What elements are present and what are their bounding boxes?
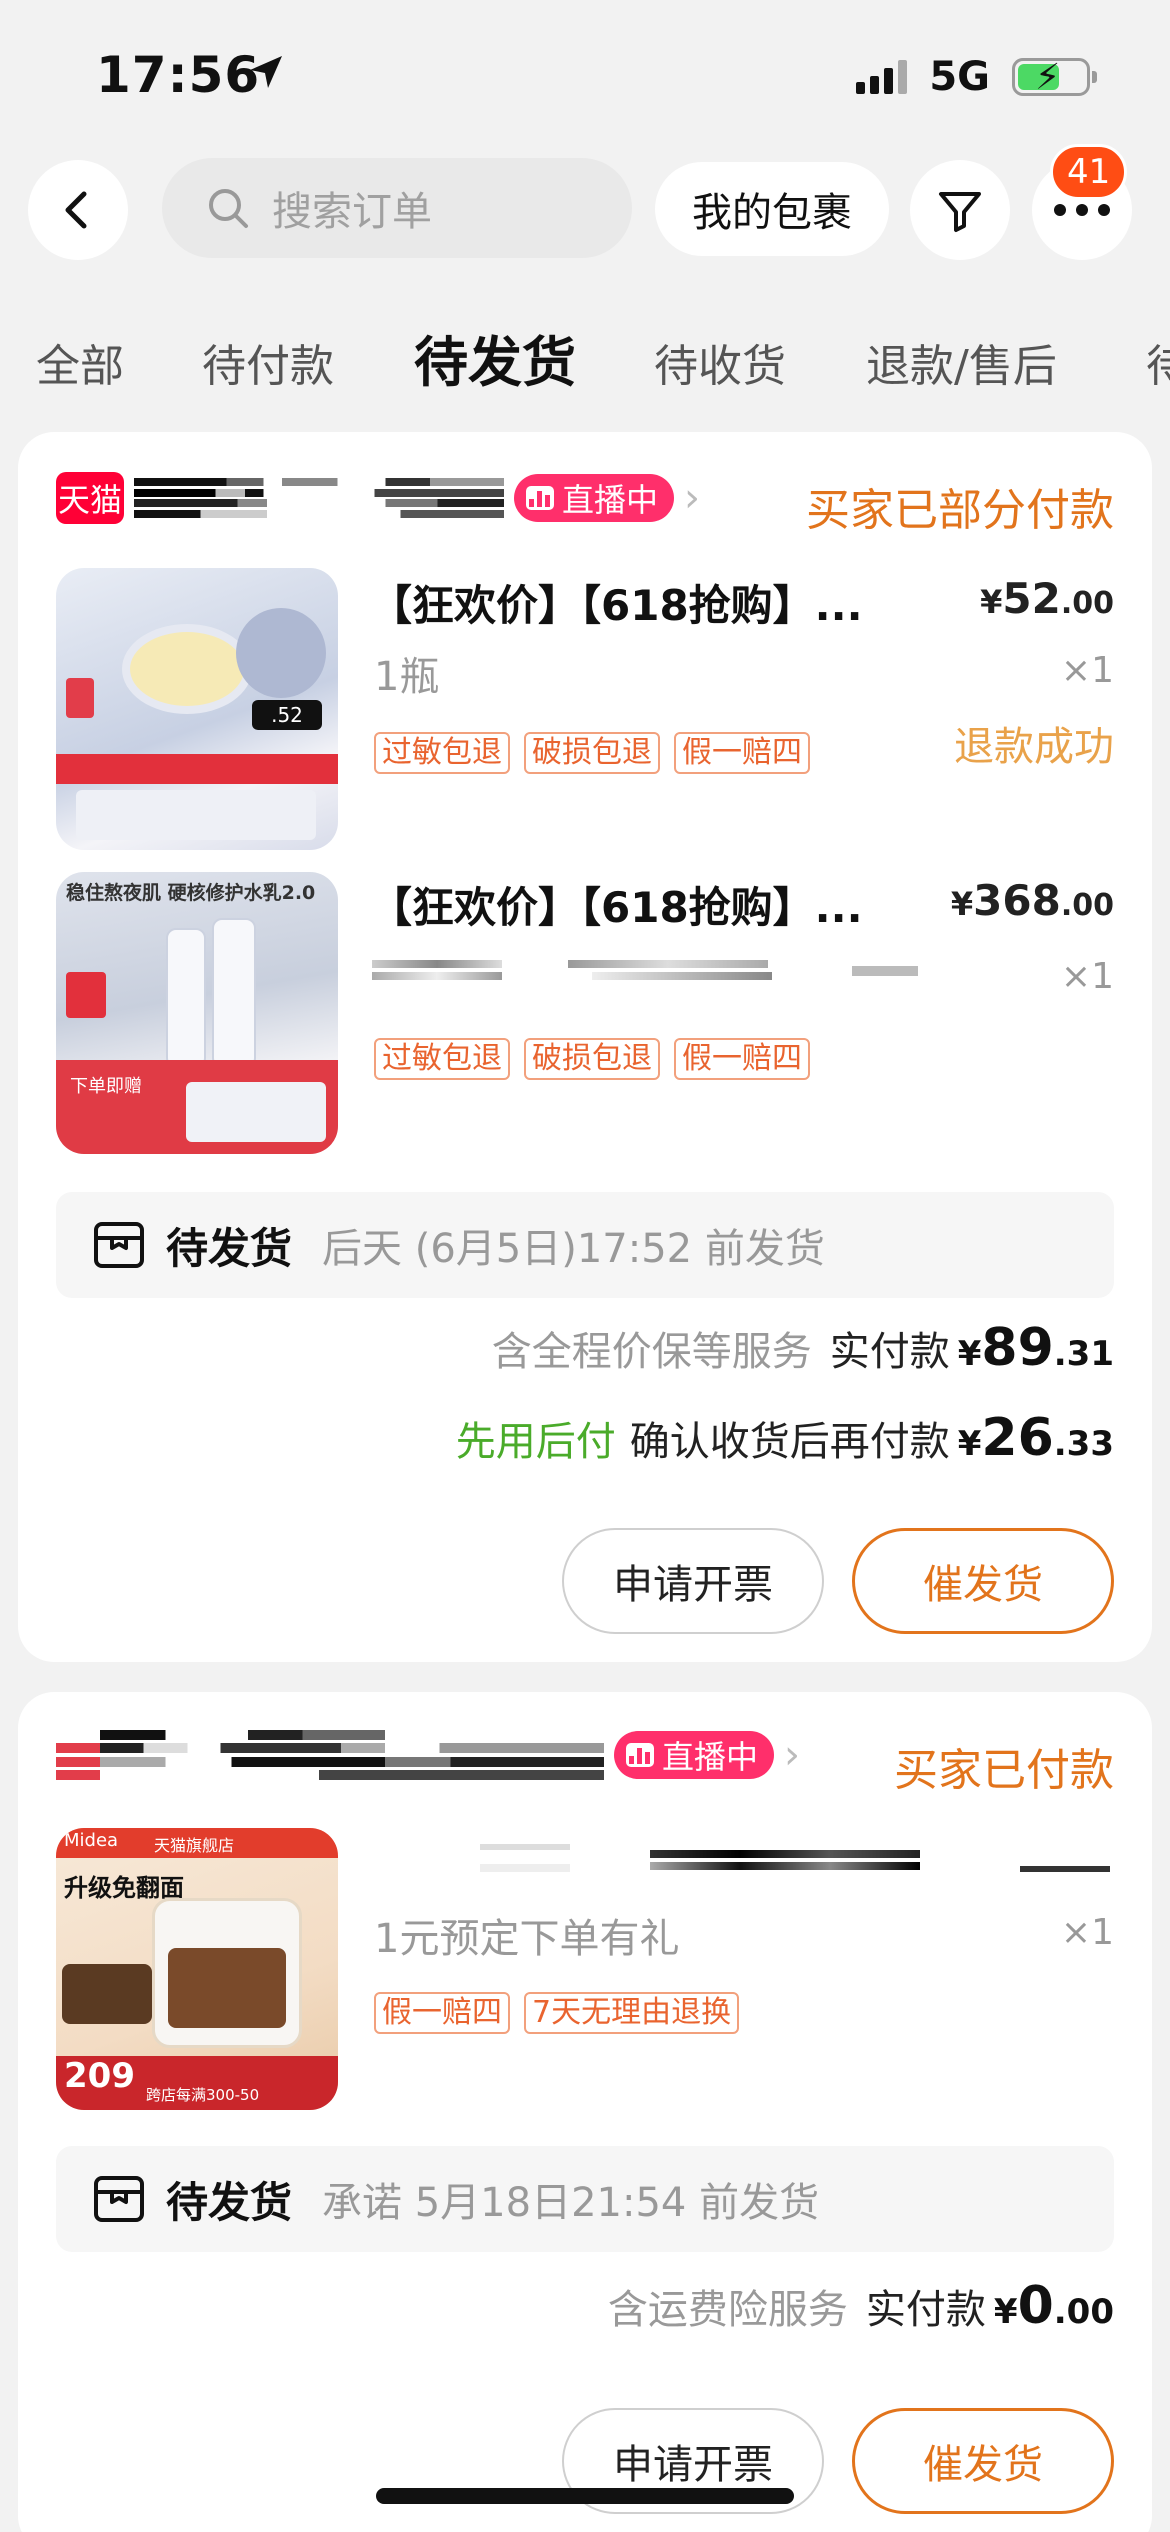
tab-refund-aftersale[interactable]: 退款/售后 [866, 330, 1057, 394]
search-placeholder: 搜索订单 [272, 189, 432, 235]
tab-pending-shipment[interactable]: 待发货 [414, 318, 576, 397]
product-spec: 1元预定下单有礼 [374, 1916, 680, 1962]
tag: 过敏包退 [374, 732, 510, 774]
request-invoice-button[interactable]: 申请开票 [562, 1528, 824, 1634]
search-input[interactable]: 搜索订单 [162, 158, 632, 258]
product-price: ¥368.00 [950, 876, 1114, 925]
service-tags: 过敏包退 破损包退 假一赔四 [374, 732, 810, 774]
product-qty: ×1 [1060, 650, 1114, 691]
notification-badge: 41 [1050, 144, 1128, 200]
product-title[interactable]: 【狂欢价】【618抢购】... [370, 572, 863, 633]
shipping-label: 待发货 [166, 1223, 293, 1273]
package-box-icon [94, 2176, 144, 2222]
tag: 破损包退 [524, 732, 660, 774]
bnpl-label: 先用后付 [455, 1419, 616, 1465]
more-dots-icon [1054, 204, 1110, 216]
product-qty: ×1 [1060, 956, 1114, 997]
tag: 过敏包退 [374, 1038, 510, 1080]
paid-amount: ¥0.00 [993, 2276, 1114, 2336]
product-thumbnail[interactable]: 稳住熬夜肌 硬核修护水乳2.0 下单即赠 [56, 872, 338, 1154]
bnpl-summary: 先用后付 确认收货后再付款 ¥26.33 [456, 1408, 1114, 1468]
tag: 假一赔四 [374, 1992, 510, 2034]
battery-icon: ⚡ [1012, 57, 1097, 98]
payment-summary: 含运费险服务 实付款 ¥0.00 [608, 2276, 1114, 2336]
shipping-info[interactable]: 待发货 后天 (6月5日)17:52 前发货 [56, 1192, 1114, 1298]
product-thumbnail[interactable]: Midea 天猫旗舰店 升级免翻面 209 跨店每满300-50 [56, 1828, 338, 2110]
refund-status[interactable]: 退款成功 [954, 714, 1114, 772]
filter-icon [939, 192, 981, 232]
home-indicator[interactable] [376, 2488, 794, 2504]
my-packages-button[interactable]: 我的包裹 [655, 162, 889, 256]
filter-button[interactable] [910, 160, 1010, 260]
product-title-redacted[interactable] [370, 1844, 1130, 1884]
chevron-left-icon [65, 191, 87, 229]
tag: 假一赔四 [674, 732, 810, 774]
service-tags: 假一赔四 7天无理由退换 [374, 1992, 740, 2034]
tag: 假一赔四 [674, 1038, 810, 1080]
thumb-price: 209 [64, 2056, 135, 2096]
thumb-brand: Midea [64, 1830, 119, 1851]
order-status: 买家已付款 [894, 1745, 1114, 1796]
live-badge[interactable]: 直播中 [614, 1731, 775, 1779]
product-spec-redacted [372, 958, 922, 988]
live-badge[interactable]: 直播中 [514, 474, 675, 522]
service-note: 含运费险服务 [607, 2287, 848, 2333]
tab-all[interactable]: 全部 [36, 330, 124, 394]
shop-name-redacted [134, 478, 504, 518]
thumb-footer: 跨店每满300-50 [146, 2086, 260, 2104]
payment-summary: 含全程价保等服务 实付款 ¥89.31 [492, 1318, 1114, 1378]
service-note: 含全程价保等服务 [491, 1329, 812, 1375]
order-status: 买家已部分付款 [806, 485, 1114, 536]
bnpl-text: 确认收货后再付款 [629, 1419, 950, 1465]
tab-pending-receipt[interactable]: 待收货 [654, 330, 786, 394]
chevron-right-icon: › [684, 475, 701, 521]
product-thumbnail[interactable]: .52 [56, 568, 338, 850]
tag: 破损包退 [524, 1038, 660, 1080]
live-bars-icon [626, 1743, 654, 1767]
service-tags: 过敏包退 破损包退 假一赔四 [374, 1038, 810, 1080]
urge-shipping-button[interactable]: 催发货 [852, 2408, 1114, 2514]
status-time: 17:56 [96, 46, 261, 104]
paid-label: 实付款 [829, 1329, 950, 1375]
live-bars-icon [526, 486, 554, 510]
thumb-store: 天猫旗舰店 [154, 1836, 235, 1855]
shop-header[interactable]: 天猫 直播中 › [56, 472, 700, 524]
product-qty: ×1 [1060, 1912, 1114, 1953]
order-tabs: 全部 待付款 待发货 待收货 退款/售后 待 [0, 318, 1170, 398]
tab-pending-payment[interactable]: 待付款 [202, 330, 334, 394]
chevron-right-icon: › [784, 1732, 801, 1778]
bnpl-amount: ¥26.33 [957, 1408, 1114, 1468]
thumb-price: .52 [252, 700, 322, 730]
product-spec: 1瓶 [374, 654, 440, 700]
tag: 7天无理由退换 [524, 1992, 740, 2034]
product-price: ¥52.00 [980, 574, 1114, 623]
tmall-badge: 天猫 [56, 472, 124, 524]
shipping-deadline: 承诺 5月18日21:54 前发货 [322, 2180, 820, 2226]
live-label: 直播中 [562, 481, 659, 519]
live-label: 直播中 [662, 1738, 759, 1776]
order-card[interactable]: 直播中 › 买家已付款 Midea 天猫旗舰店 升级免翻面 209 跨店每满30… [18, 1692, 1152, 2532]
order-card[interactable]: 天猫 直播中 › 买家已部分付款 .52 【狂欢价】【618抢购】... ¥52… [18, 432, 1152, 1662]
shop-name-redacted [56, 1730, 604, 1780]
thumb-header: 稳住熬夜肌 硬核修护水乳2.0 [66, 882, 316, 904]
urge-shipping-button[interactable]: 催发货 [852, 1528, 1114, 1634]
product-title[interactable]: 【狂欢价】【618抢购】... [370, 874, 863, 935]
shipping-info[interactable]: 待发货 承诺 5月18日21:54 前发货 [56, 2146, 1114, 2252]
location-arrow-icon [246, 52, 286, 96]
signal-icon [856, 60, 908, 94]
thumb-cta: 下单即赠 [70, 1076, 142, 1097]
shipping-label: 待发货 [166, 2177, 293, 2227]
search-icon [209, 189, 248, 228]
shop-header[interactable]: 直播中 › [56, 1730, 800, 1780]
shipping-deadline: 后天 (6月5日)17:52 前发货 [322, 1226, 825, 1272]
status-icons: 5G ⚡ [856, 54, 1097, 100]
paid-amount: ¥89.31 [957, 1318, 1114, 1378]
paid-label: 实付款 [865, 2287, 986, 2333]
package-box-icon [94, 1222, 144, 1268]
tab-pending-review[interactable]: 待 [1146, 330, 1170, 394]
back-button[interactable] [28, 160, 128, 260]
network-type: 5G [929, 54, 990, 100]
